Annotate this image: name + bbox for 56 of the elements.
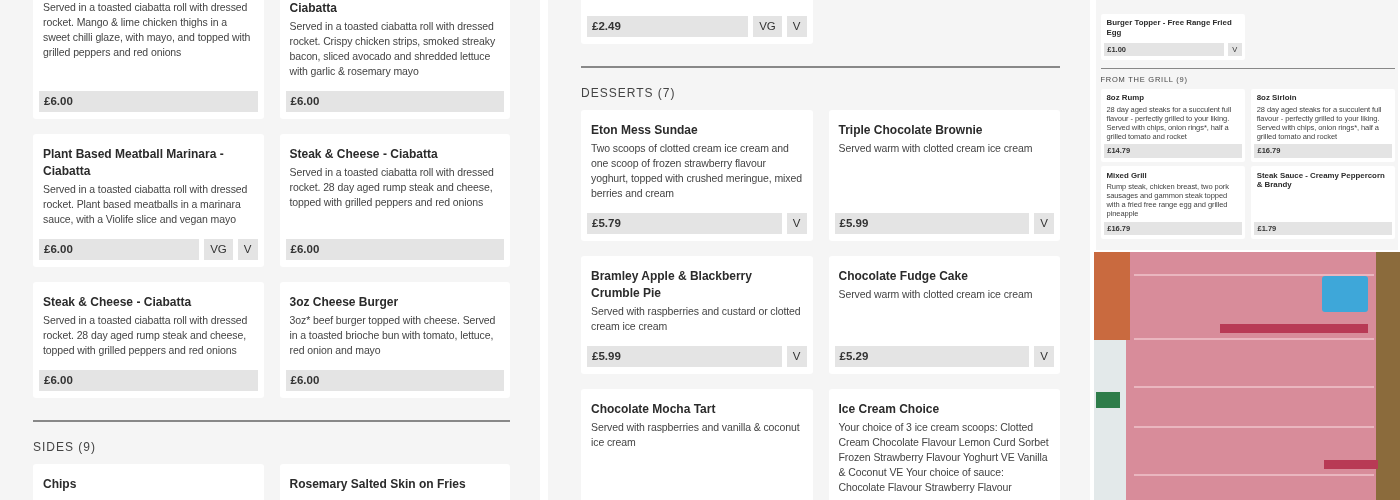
price-label: £14.79 [1103, 144, 1242, 158]
item-title: Eton Mess Sundae [590, 122, 699, 139]
item-title: Steak & Cheese - Ciabatta [42, 294, 193, 311]
price-label: £1.00 [1103, 42, 1224, 57]
item-title: Triple Chocolate Brownie [837, 122, 984, 139]
item-description: Served in a toasted ciabatta roll with dressed rocket. 28 day aged rump steak and cheese, topped with grilled peppers and red onions [42, 313, 249, 358]
item-description: Served in a toasted ciabatta roll with dressed rocket. Mango & lime chicken thighs in a sweet chilli glaze, with mayo, and topped with grilled peppers and red onions [42, 0, 252, 60]
price-label: £6.00 [285, 91, 504, 112]
dietary-tag: V [786, 16, 807, 37]
price-label: £16.79 [1103, 221, 1242, 235]
item-title: Steak & Cheese - Ciabatta [288, 146, 439, 163]
price-label: £5.99 [834, 213, 1030, 234]
price-label: £5.99 [587, 346, 782, 367]
dietary-tag: VG [204, 239, 233, 260]
dietary-tag: V [1227, 42, 1242, 57]
item-description: Served with raspberries and custard or clotted cream ice cream [590, 304, 802, 334]
section-heading: SIDES (9) [33, 440, 97, 454]
price-label: £6.00 [285, 370, 504, 391]
item-title: Plant Based Meatball Marinara - Ciabatta [42, 146, 225, 180]
price-label: £6.00 [285, 239, 504, 260]
dietary-tag: VG [753, 16, 782, 37]
price-label: £1.79 [1253, 221, 1392, 235]
dietary-tag: V [237, 239, 258, 260]
price-label: £6.00 [39, 91, 258, 112]
item-title: Bramley Apple & Blackberry Crumble Pie [590, 268, 753, 302]
price-label: £16.79 [1253, 144, 1392, 158]
item-description: 28 day aged steaks for a succulent full flavour - perfectly grilled to your liking. Served with chips, onion rings*, half a grilled tomato and rocket [1255, 104, 1383, 141]
item-description: Served with raspberries and vanilla & coconut ice cream [590, 420, 801, 450]
item-description: Your choice of 3 ice cream scoops: Clotted Cream Chocolate Flavour Lemon Curd Sorbet Frozen Strawberry Flavour Yoghurt VE Vanilla & Coconut VE Your choice of sauce: Chocolate Flavour Strawberry Flavour [837, 420, 1050, 495]
section-heading: FROM THE GRILL (9) [1100, 75, 1189, 85]
price-label: £5.79 [587, 213, 782, 234]
item-title: Chocolate Mocha Tart [590, 401, 717, 418]
item-title: 3oz Cheese Burger [288, 294, 400, 311]
price-label: £6.00 [39, 239, 200, 260]
item-description: 28 day aged steaks for a succulent full flavour - perfectly grilled to your liking. Served with chips, onion rings*, half a grilled tomato and rocket [1105, 104, 1233, 141]
dietary-tag: V [1034, 213, 1054, 234]
item-description: Served in a toasted ciabatta roll with dressed rocket. 28 day aged rump steak and cheese, topped with grilled peppers and red onions [288, 165, 495, 210]
item-description: Rump steak, chicken breast, two pork sausages and gammon steak topped with a fried free range egg and grilled pineapple [1105, 181, 1230, 218]
item-description: Served in a toasted ciabatta roll with dressed rocket. Plant based meatballs in a marinara sauce, with a Violife slice and vegan mayo [42, 182, 249, 227]
item-description: Served warm with clotted cream ice cream [837, 141, 1034, 156]
section-heading: DESSERTS (7) [581, 86, 677, 100]
item-description: Served in a toasted ciabatta roll with dressed rocket. Crispy chicken strips, smoked streaky bacon, sliced avocado and shredded lettuce with garlic & rosemary mayo [288, 19, 497, 79]
dietary-tag: V [1034, 346, 1054, 367]
price-label: £2.49 [587, 16, 749, 37]
item-title: Chips [42, 476, 78, 493]
dietary-tag: V [786, 346, 807, 367]
dietary-tag: V [786, 213, 807, 234]
item-title: Ciabatta [288, 0, 338, 17]
item-title: Ice Cream Choice [837, 401, 941, 418]
price-label: £6.00 [39, 370, 258, 391]
item-title: Chocolate Fudge Cake [837, 268, 969, 285]
item-description: 3oz* beef burger topped with cheese. Served in a toasted brioche bun with tomato, lettuce, red onion and mayo [288, 313, 497, 358]
price-label: £5.29 [834, 346, 1030, 367]
item-description: Served warm with clotted cream ice cream [837, 287, 1034, 302]
item-title: Rosemary Salted Skin on Fries [288, 476, 467, 493]
item-description: Two scoops of clotted cream ice cream and one scoop of frozen strawberry flavour yoghurt, topped with crushed meringue, mixed berries and cream [590, 141, 803, 201]
